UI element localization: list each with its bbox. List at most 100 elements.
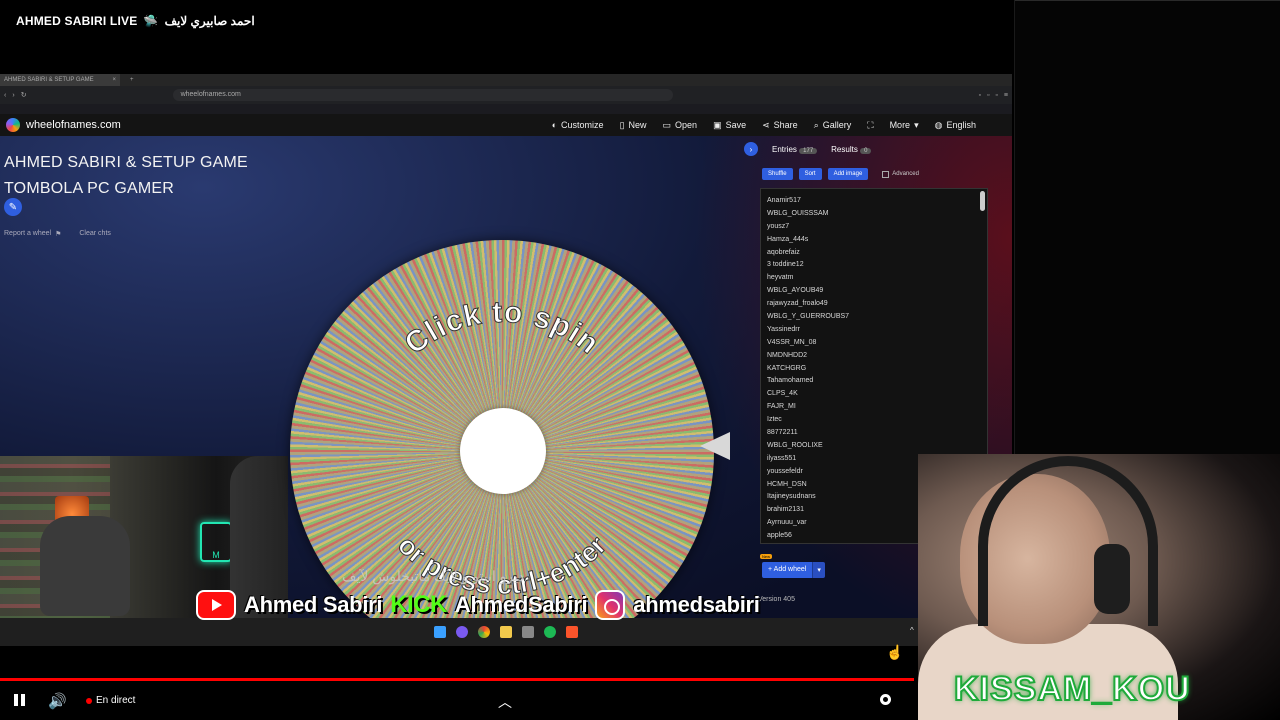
folder-icon[interactable] [500, 626, 512, 638]
entry-row: WBLG_ROOLIXE [767, 441, 823, 449]
nav-save[interactable]: ▣ Save [713, 120, 746, 131]
wheel-title: AHMED SABIRI & SETUP GAME TOMBOLA PC GAM… [4, 150, 248, 202]
wheel-title-line1: AHMED SABIRI & SETUP GAME [4, 154, 248, 171]
tab-entries[interactable]: Entries 177 [772, 145, 818, 154]
nav-more-label: More [889, 120, 911, 130]
nav-share[interactable]: ⋖ Share [762, 120, 798, 131]
arabic-caption: ديرو ابيتو و لايك ماتبخلوش لآيف [342, 568, 525, 584]
windows-start-icon[interactable] [434, 626, 446, 638]
chevron-up-icon[interactable]: ︿ [498, 692, 512, 712]
live-label: En direct [96, 695, 136, 706]
version-text: Version 405 [758, 596, 795, 603]
wheel-center[interactable] [460, 408, 546, 494]
sort-button[interactable]: Sort [798, 168, 822, 180]
nav-language-label: English [946, 120, 976, 130]
social-banner: Ahmed Sabiri KICK AhmedSabiri ahmedsabir… [196, 590, 760, 620]
fullscreen-icon[interactable]: ⛶ [867, 120, 873, 131]
windows-taskbar [0, 618, 1012, 646]
url-field[interactable]: wheelofnames.com [172, 89, 673, 101]
nav-customize[interactable]: ◐ Customize [552, 120, 604, 131]
progress-bar[interactable] [0, 678, 914, 681]
stream-title-text: AHMED SABIRI LIVE [16, 14, 138, 28]
spin-wheel[interactable]: Click to spin or press ctrl+enter [290, 240, 714, 646]
entry-row: Anamir517 [767, 197, 801, 204]
live-badge[interactable]: En direct [86, 695, 135, 706]
nav-customize-label: Customize [561, 120, 604, 130]
entry-row: heyvatm [767, 274, 794, 282]
spotify-icon[interactable] [544, 626, 556, 638]
add-wheel-button[interactable]: + Add wheel ▾ [762, 562, 825, 578]
nav-gallery-label: Gallery [822, 120, 852, 130]
clear-chats-link[interactable]: Clear chts [79, 230, 111, 238]
nav-more[interactable]: More ▾ [890, 120, 919, 131]
share-icon: ⋖ [762, 119, 770, 130]
advanced-checkbox[interactable] [882, 170, 890, 178]
palette-icon: ◐ [551, 120, 558, 130]
headset [978, 456, 1158, 626]
site-logo[interactable]: wheelofnames.com [6, 118, 121, 132]
wheel-links: Report a wheel ⚑ Clear chts [4, 230, 111, 238]
ufo-icon: 🛸 [143, 14, 159, 28]
collapse-panel-button[interactable]: › [744, 142, 758, 156]
wheel-logo-icon [6, 118, 20, 132]
chevron-down-icon[interactable]: ▾ [812, 562, 825, 578]
chrome-icon[interactable] [478, 626, 490, 638]
download-icon[interactable]: ▫ [995, 92, 997, 99]
edit-title-button[interactable]: ✎ [4, 198, 22, 216]
nav-gallery[interactable]: ⌕ Gallery [814, 120, 852, 131]
advanced-toggle[interactable]: Advanced [882, 168, 919, 180]
brave-icon[interactable] [566, 626, 578, 638]
tray-chevron-icon[interactable]: ^ [910, 626, 914, 635]
close-tab-icon[interactable]: × [112, 77, 116, 83]
video-player[interactable]: AHMED SABIRI LIVE 🛸 احمد صابيري لايف AHM… [0, 0, 1280, 720]
entries-count-badge: 177 [799, 147, 818, 154]
advanced-label: Advanced [892, 171, 919, 177]
new-badge: New [760, 554, 773, 559]
live-dot-icon [86, 697, 92, 704]
volume-icon[interactable]: 🔊 [48, 692, 67, 710]
entry-row: aqobrefaiz [767, 248, 800, 256]
tab-title: AHMED SABIRI & SETUP GAME [4, 77, 94, 83]
stream-title-arabic: احمد صابيري لايف [164, 14, 255, 28]
settings-icon[interactable] [880, 694, 891, 705]
entry-row: Hamza_444s [767, 235, 809, 243]
nav-save-label: Save [725, 120, 747, 130]
add-image-button[interactable]: Add image [827, 168, 869, 180]
extension-icon[interactable]: ▫ [978, 92, 980, 99]
browser-tab[interactable]: AHMED SABIRI & SETUP GAME × [0, 74, 120, 86]
report-wheel-link[interactable]: Report a wheel [4, 230, 51, 238]
neon-sign: M [200, 522, 232, 562]
app-icon[interactable] [456, 626, 468, 638]
new-tab-icon[interactable]: + [130, 77, 134, 83]
app-icon[interactable] [522, 626, 534, 638]
tab-results-label: Results [831, 144, 858, 154]
browser-toolbar-icons: ▫ ▫ ▫ ≡ [978, 92, 1008, 99]
pause-icon[interactable] [14, 694, 28, 708]
kick-name: AhmedSabiri [454, 592, 588, 617]
bookmark-icon[interactable]: ▫ [987, 92, 989, 99]
entry-row: WBLG_OUISSSAM [767, 209, 829, 217]
shared-browser-window: AHMED SABIRI & SETUP GAME × + ‹ › ↻ whee… [0, 74, 1012, 646]
results-count-badge: 0 [860, 147, 872, 154]
nav-open-label: Open [675, 120, 698, 130]
back-icon[interactable]: ‹ [4, 92, 6, 99]
nav-language[interactable]: ◍ English [935, 120, 976, 131]
entry-row: Iztec [767, 416, 782, 424]
shuffle-button[interactable]: Shuffle [762, 168, 793, 180]
youtube-name: Ahmed Sabiri [244, 592, 383, 617]
nav-open[interactable]: ▭ Open [663, 120, 698, 131]
nav-new[interactable]: ▯ New [620, 120, 647, 131]
pencil-icon: ✎ [8, 201, 18, 213]
entry-row: 3 toddine12 [767, 261, 804, 269]
forward-icon[interactable]: › [12, 92, 14, 99]
search-icon: ⌕ [813, 119, 819, 130]
scrollbar[interactable] [980, 191, 985, 211]
reload-icon[interactable]: ↻ [21, 91, 27, 99]
browser-tabbar: AHMED SABIRI & SETUP GAME × + [0, 74, 1012, 86]
wheel-pointer-icon [700, 432, 730, 460]
menu-icon[interactable]: ≡ [1004, 92, 1008, 99]
like-hand-icon[interactable]: ☝ [886, 644, 903, 661]
plus-icon: + [768, 566, 773, 573]
chevron-down-icon: ▾ [914, 119, 919, 130]
tab-results[interactable]: Results 0 [831, 144, 872, 154]
